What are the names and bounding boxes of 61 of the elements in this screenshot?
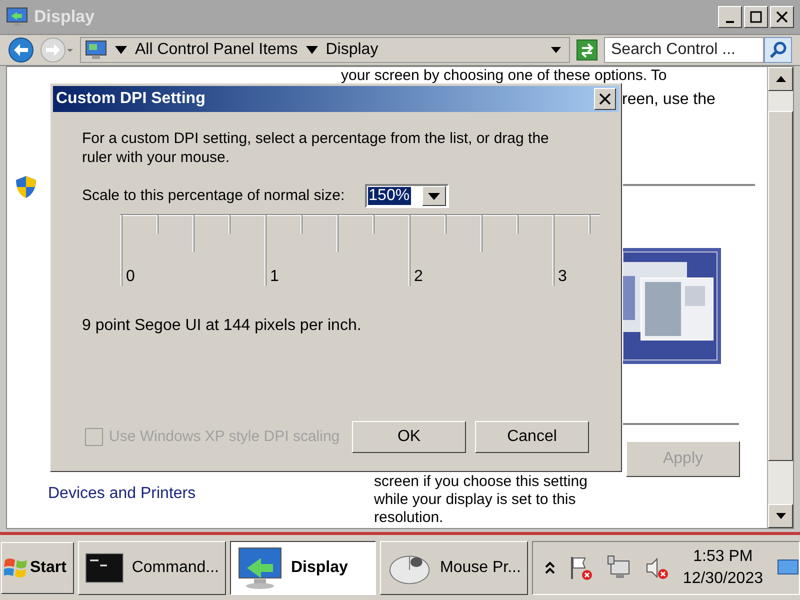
network-icon[interactable]	[606, 554, 631, 580]
close-icon	[599, 93, 611, 105]
shield-icon	[15, 175, 37, 199]
refresh-icon[interactable]	[576, 39, 598, 61]
dropdown-arrow-icon[interactable]	[306, 46, 318, 54]
ruler-label: 3	[558, 268, 567, 286]
dialog-title: Custom DPI Setting	[56, 89, 206, 109]
search-icon	[769, 41, 787, 59]
back-icon[interactable]	[8, 37, 34, 63]
window-title: Display	[34, 6, 94, 28]
close-button[interactable]	[770, 6, 794, 28]
breadcrumb[interactable]: All Control Panel Items	[135, 38, 298, 62]
search-button[interactable]	[764, 37, 792, 63]
down-arrow-icon	[776, 513, 786, 519]
scroll-down-button[interactable]	[768, 504, 793, 528]
scale-value: 150%	[368, 187, 411, 205]
instructions-text: For a custom DPI setting, select a percentage from the list, or drag the ruler with your mouse.	[82, 129, 550, 167]
flag-error-icon[interactable]	[568, 554, 593, 580]
dropdown-button[interactable]	[422, 186, 446, 206]
info-text: 9 point Segoe UI at 144 pixels per inch.	[82, 316, 362, 336]
minimize-button[interactable]	[718, 6, 742, 28]
scale-label: Scale to this percentage of normal size:	[82, 186, 345, 206]
dropdown-arrow-icon[interactable]	[115, 46, 127, 54]
maximize-button[interactable]	[744, 6, 768, 28]
ruler-label: 0	[126, 268, 135, 286]
show-desktop-icon[interactable]	[777, 558, 799, 576]
scrollbar-thumb[interactable]	[768, 111, 793, 461]
close-icon	[776, 11, 788, 23]
scale-dropdown[interactable]: 150%	[364, 184, 449, 208]
description-text: your screen by choosing one of these options. To	[341, 67, 668, 84]
ok-button[interactable]: OK	[352, 421, 466, 453]
scroll-up-button[interactable]	[768, 67, 793, 91]
monitor-icon	[6, 6, 28, 28]
taskbar-button[interactable]: Command...	[78, 540, 226, 594]
taskbar-button[interactable]: Mouse Pr...	[380, 540, 528, 594]
ruler-drawing[interactable]	[120, 214, 602, 288]
description-text: resolution.	[374, 509, 444, 527]
up-arrow-icon	[776, 76, 786, 82]
taskbar-button[interactable]: Display	[230, 540, 376, 594]
dropdown-arrow-icon	[428, 192, 440, 200]
clock-time: 1:53 PM	[693, 546, 753, 566]
description-text: screen if you choose this setting	[374, 473, 588, 491]
monitor-icon	[236, 546, 283, 590]
maximize-icon	[750, 11, 762, 23]
control-panel-icon	[85, 39, 107, 61]
description-text: while your display is set to this	[374, 491, 577, 509]
devices-and-printers-link[interactable]: Devices and Printers	[48, 482, 341, 506]
cancel-button[interactable]: Cancel	[475, 421, 589, 453]
close-button[interactable]	[594, 88, 616, 110]
ruler-label: 1	[270, 268, 279, 286]
start-button[interactable]: Start	[1, 542, 74, 594]
dropdown-arrow-icon[interactable]	[551, 47, 561, 53]
address-bar[interactable]: All Control Panel Items Display	[80, 37, 570, 63]
windows-logo-icon	[4, 556, 28, 578]
description-text: reen, use the	[622, 90, 716, 110]
minimize-icon	[726, 20, 734, 22]
clock-date: 12/30/2023	[682, 568, 763, 588]
chevron-up-icon[interactable]	[544, 560, 555, 574]
ruler-label: 2	[414, 268, 423, 286]
breadcrumb[interactable]: Display	[326, 38, 378, 62]
search-field[interactable]: Search Control ...	[604, 37, 764, 63]
